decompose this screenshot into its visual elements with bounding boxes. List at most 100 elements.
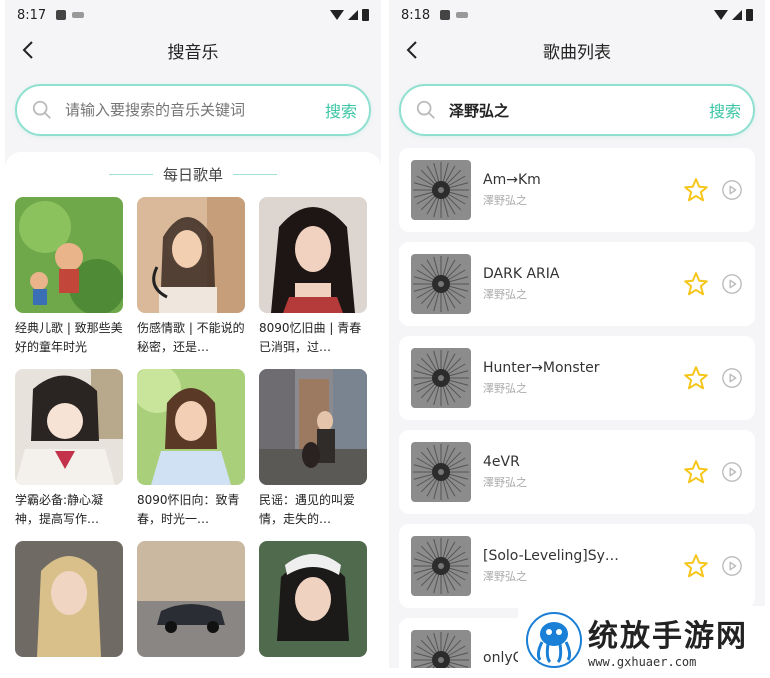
playlist-grid: 经典儿歌 | 致那些美好的童年时光 伤感情歌 | 不能说的秘密，还是… 8090… [15, 197, 371, 668]
song-meta: DARK ARIA 澤野弘之 [483, 266, 683, 302]
wifi-icon [714, 10, 728, 20]
song-title: 4eVR [483, 454, 520, 470]
playlist-card[interactable] [137, 541, 245, 668]
playlist-card[interactable]: 8090忆旧曲 | 青春已消弭，过… [259, 197, 367, 357]
octopus-logo-icon [526, 612, 582, 668]
search-input[interactable] [65, 101, 325, 119]
play-icon[interactable] [721, 555, 743, 577]
playlist-card[interactable]: 民谣：遇见的叫爱情，走失的… [259, 369, 367, 529]
favorite-star-icon[interactable] [683, 365, 709, 391]
chevron-left-icon [406, 41, 417, 59]
playlist-caption [137, 663, 245, 668]
song-artist: 澤野弘之 [483, 570, 527, 583]
play-icon[interactable] [721, 273, 743, 295]
song-title: DARK ARIA [483, 266, 560, 282]
song-meta: Hunter→Monster 澤野弘之 [483, 360, 683, 396]
chevron-left-icon [22, 41, 33, 59]
back-button[interactable] [17, 38, 41, 62]
playlist-cover [15, 369, 123, 485]
playlist-card[interactable] [259, 541, 367, 668]
search-icon [32, 100, 51, 119]
keyboard-icon [456, 12, 469, 18]
notification-icon [440, 10, 451, 20]
playlist-caption: 伤感情歌 | 不能说的秘密，还是… [137, 321, 245, 354]
watermark-name: 统放手游网 [588, 619, 748, 654]
song-meta: 4eVR 澤野弘之 [483, 454, 683, 490]
play-icon[interactable] [721, 179, 743, 201]
header: 搜音乐 [5, 30, 381, 70]
song-title: [Solo-Leveling]Sy… [483, 548, 619, 564]
song-title: Am→Km [483, 172, 541, 188]
song-cover [411, 630, 471, 668]
watermark: 统放手游网 www.gxhuaer.com [518, 606, 768, 674]
search-button[interactable]: 搜索 [709, 98, 741, 122]
playlist-card[interactable]: 经典儿歌 | 致那些美好的童年时光 [15, 197, 123, 357]
playlist-cover [15, 197, 123, 313]
song-artist: 澤野弘之 [483, 382, 527, 395]
song-row[interactable]: [Solo-Leveling]Sy… 澤野弘之 [399, 524, 755, 608]
back-button[interactable] [401, 38, 425, 62]
divider [233, 174, 277, 175]
playlist-caption: 民谣：遇见的叫爱情，走失的… [259, 493, 356, 526]
playlist-card[interactable]: 伤感情歌 | 不能说的秘密，还是… [137, 197, 245, 357]
play-icon[interactable] [721, 367, 743, 389]
keyboard-icon [72, 12, 85, 18]
playlist-cover [259, 197, 367, 313]
playlist-cover [137, 541, 245, 657]
status-time: 8:18 [401, 7, 431, 23]
playlist-caption [15, 663, 123, 668]
search-input[interactable] [449, 101, 709, 119]
playlist-caption [259, 663, 367, 668]
song-row[interactable]: Hunter→Monster 澤野弘之 [399, 336, 755, 420]
song-cover [411, 160, 471, 220]
song-cover [411, 536, 471, 596]
song-artist: 澤野弘之 [483, 288, 527, 301]
battery-icon [362, 9, 369, 21]
play-icon[interactable] [721, 461, 743, 483]
section-heading: 每日歌单 [15, 164, 371, 185]
song-cover [411, 442, 471, 502]
signal-icon [732, 10, 742, 20]
playlist-cover [137, 197, 245, 313]
playlist-card[interactable]: 学霸必备:静心凝神，提高写作… [15, 369, 123, 529]
playlist-caption: 8090怀旧向：致青春，时光一… [137, 493, 240, 526]
playlist-caption: 经典儿歌 | 致那些美好的童年时光 [15, 321, 123, 354]
signal-icon [348, 10, 358, 20]
watermark-url: www.gxhuaer.com [588, 655, 697, 669]
notification-icon [56, 10, 67, 20]
favorite-star-icon[interactable] [683, 271, 709, 297]
playlist-cover [137, 369, 245, 485]
song-list: Am→Km 澤野弘之 DARK ARIA 澤野弘之 Hunter→Monster… [389, 136, 765, 668]
favorite-star-icon[interactable] [683, 459, 709, 485]
status-bar: 8:18 [389, 0, 765, 30]
song-title: Hunter→Monster [483, 360, 600, 376]
song-row[interactable]: DARK ARIA 澤野弘之 [399, 242, 755, 326]
playlist-card[interactable]: 8090怀旧向：致青春，时光一… [137, 369, 245, 529]
search-icon [416, 100, 435, 119]
search-button[interactable]: 搜索 [325, 98, 357, 122]
page-title: 歌曲列表 [543, 42, 611, 63]
playlist-caption: 学霸必备:静心凝神，提高写作… [15, 493, 104, 526]
playlist-cover [259, 541, 367, 657]
search-music-screen: 8:17 搜音乐 搜索 每日歌单 经典儿歌 | 致那些 [5, 0, 381, 668]
song-row[interactable]: Am→Km 澤野弘之 [399, 148, 755, 232]
search-bar: 搜索 [15, 84, 371, 136]
status-bar: 8:17 [5, 0, 381, 30]
playlist-card[interactable] [15, 541, 123, 668]
status-time: 8:17 [17, 7, 47, 23]
favorite-star-icon[interactable] [683, 177, 709, 203]
section-title: 每日歌单 [162, 166, 223, 184]
song-artist: 澤野弘之 [483, 194, 527, 207]
song-row[interactable]: 4eVR 澤野弘之 [399, 430, 755, 514]
song-artist: 澤野弘之 [483, 476, 527, 489]
playlist-cover [259, 369, 367, 485]
divider [108, 174, 153, 175]
favorite-star-icon[interactable] [683, 553, 709, 579]
playlist-caption: 8090忆旧曲 | 青春已消弭，过… [259, 321, 362, 354]
daily-playlists-section: 每日歌单 经典儿歌 | 致那些美好的童年时光 伤感情歌 | 不能说的秘密，还是… [5, 152, 381, 668]
header: 歌曲列表 [389, 30, 765, 70]
wifi-icon [330, 10, 344, 20]
playlist-cover [15, 541, 123, 657]
song-meta: [Solo-Leveling]Sy… 澤野弘之 [483, 548, 683, 584]
song-list-screen: 8:18 歌曲列表 搜索 Am→Km 澤野弘之 DARK ARIA 澤野弘之 [389, 0, 765, 668]
